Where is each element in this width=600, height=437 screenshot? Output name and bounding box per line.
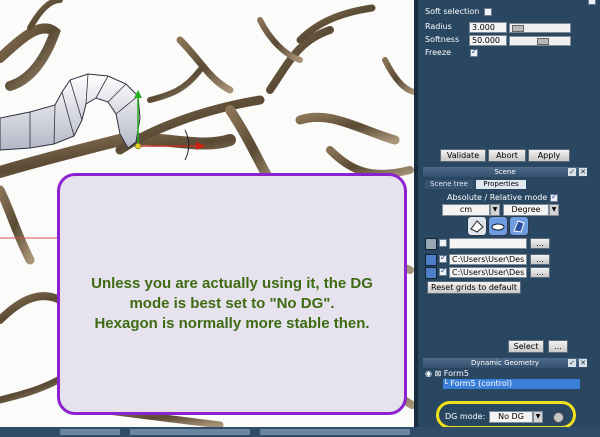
status-segment-1 — [60, 429, 120, 435]
status-bar — [0, 427, 600, 437]
abs-rel-label: Absolute / Relative mode — [447, 193, 548, 202]
tab-properties[interactable]: Properties — [476, 180, 526, 189]
angle-select[interactable]: Degree — [503, 204, 549, 216]
path-2-input[interactable]: C:\Users\User\Des — [449, 254, 527, 265]
dg-tree-item-form5[interactable]: ◉ ⊠ Form5 — [425, 369, 469, 379]
status-segment-2 — [130, 429, 250, 435]
path-3-checkbox[interactable] — [439, 266, 447, 276]
tab-scene-tree[interactable]: Scene tree — [425, 180, 473, 189]
dynamic-geometry-title: Dynamic Geometry — [470, 359, 539, 367]
annotation-text: Unless you are actually using it, the DG… — [91, 275, 373, 332]
path-3-input[interactable]: C:\Users\User\Des — [449, 267, 527, 278]
dg-close-icon[interactable]: ✕ — [579, 359, 587, 367]
3d-viewport[interactable]: Unless you are actually using it, the DG… — [0, 0, 418, 427]
unit-select[interactable]: cm — [442, 204, 490, 216]
soft-selection-label: Soft selection — [425, 7, 480, 16]
scene-title: Scene — [494, 168, 516, 176]
softness-slider-knob[interactable] — [537, 38, 549, 45]
radius-input[interactable]: 3.000 — [469, 22, 507, 33]
scene-header[interactable]: Scene ✓ ✕ — [423, 167, 587, 177]
annotation-callout: Unless you are actually using it, the DG… — [57, 173, 407, 415]
top-close-box[interactable] — [588, 0, 596, 5]
angle-dropdown-icon[interactable]: ▼ — [549, 204, 559, 216]
path-2-browse-button[interactable]: ... — [530, 254, 550, 265]
dg-tree-item-label: Form5 — [443, 369, 470, 378]
freeze-checkbox[interactable] — [470, 47, 478, 57]
path-1-browse-button[interactable]: ... — [530, 238, 550, 249]
select-button[interactable]: Select — [508, 340, 544, 353]
grid-plane-icon[interactable] — [467, 216, 487, 236]
radius-slider-knob[interactable] — [512, 25, 524, 32]
grid-perspective-icon[interactable] — [488, 216, 508, 236]
abort-button[interactable]: Abort — [488, 149, 526, 162]
dg-tree-item-control[interactable]: └ Form5 (control) — [443, 379, 580, 389]
softness-label: Softness — [425, 35, 460, 44]
abs-rel-checkbox[interactable] — [550, 192, 558, 202]
radius-label: Radius — [425, 22, 452, 31]
path-2-checkbox[interactable] — [439, 253, 447, 263]
path-3-icon — [425, 267, 437, 279]
radius-slider[interactable] — [509, 23, 571, 33]
select-browse-button[interactable]: ... — [548, 340, 568, 353]
apply-button[interactable]: Apply — [528, 149, 570, 162]
scene-collapse-icon[interactable]: ✓ — [568, 168, 576, 176]
softness-input[interactable]: 50.000 — [469, 35, 507, 46]
status-segment-3 — [260, 429, 410, 435]
softness-slider[interactable] — [509, 36, 571, 46]
eye-icon[interactable]: ◉ — [425, 369, 432, 378]
dynamic-geometry-header[interactable]: Dynamic Geometry ✓ ✕ — [423, 358, 587, 368]
dg-tree-item-control-label: Form5 (control) — [450, 379, 513, 388]
dg-collapse-icon[interactable]: ✓ — [568, 359, 576, 367]
validate-button[interactable]: Validate — [440, 149, 486, 162]
soft-selection-checkbox[interactable] — [484, 8, 492, 16]
path-2-icon — [425, 254, 437, 266]
dg-highlight-ring — [436, 401, 576, 429]
tree-branch-icon: └ — [443, 379, 448, 388]
path-1-input[interactable] — [449, 238, 527, 249]
grid-3d-icon[interactable] — [509, 216, 529, 236]
path-1-icon — [425, 238, 437, 250]
path-3-browse-button[interactable]: ... — [530, 267, 550, 278]
scene-close-icon[interactable]: ✕ — [579, 168, 587, 176]
lock-icon[interactable]: ⊠ — [435, 369, 442, 378]
path-1-checkbox[interactable] — [439, 239, 447, 247]
reset-grids-button[interactable]: Reset grids to default — [427, 281, 521, 294]
unit-dropdown-icon[interactable]: ▼ — [490, 204, 500, 216]
freeze-label: Freeze — [425, 48, 452, 57]
